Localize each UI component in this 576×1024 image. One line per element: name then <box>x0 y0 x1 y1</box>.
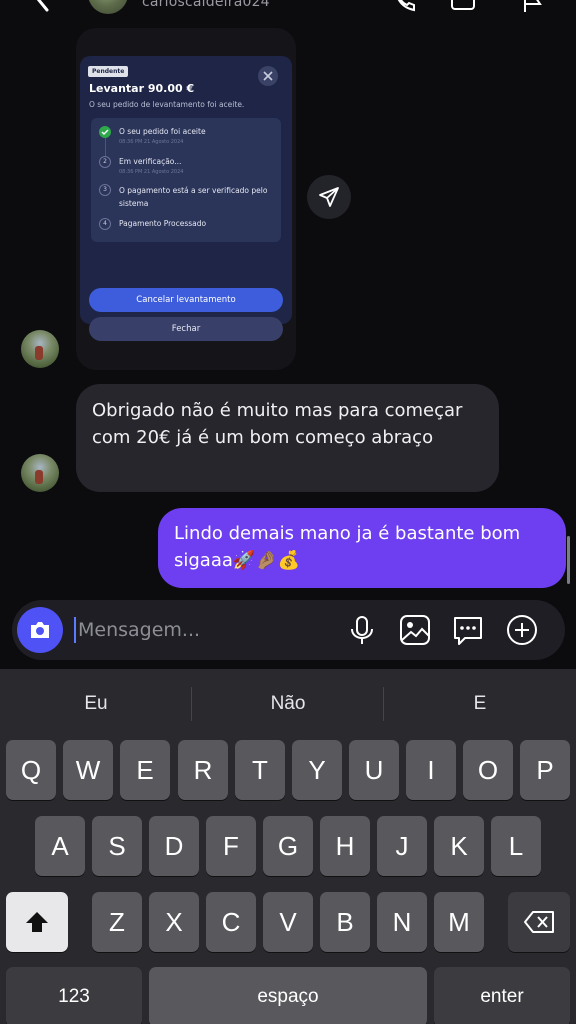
close-icon <box>258 66 278 86</box>
key-x[interactable]: X <box>149 892 199 952</box>
keyboard: Eu Não E Q W E R T Y U I O P A S D F G H… <box>0 669 576 1024</box>
key-y[interactable]: Y <box>292 740 342 800</box>
shared-image-message[interactable]: Pendente Levantar 90.00 € O seu pedido d… <box>76 28 296 370</box>
check-icon <box>99 126 111 138</box>
step-number: 3 <box>99 184 111 196</box>
key-n[interactable]: N <box>377 892 427 952</box>
avatar[interactable] <box>21 454 59 492</box>
camera-icon[interactable] <box>17 607 63 653</box>
flag-icon[interactable] <box>520 0 546 14</box>
key-a[interactable]: A <box>35 816 85 876</box>
card-subtitle: O seu pedido de levantamento foi aceite. <box>89 100 245 109</box>
key-g[interactable]: G <box>263 816 313 876</box>
step-number: 2 <box>99 156 111 168</box>
incoming-message[interactable]: Obrigado não é muito mas para começar co… <box>76 384 499 492</box>
key-h[interactable]: H <box>320 816 370 876</box>
key-l[interactable]: L <box>491 816 541 876</box>
avatar[interactable] <box>21 330 59 368</box>
key-v[interactable]: V <box>263 892 313 952</box>
progress-steps: O seu pedido foi aceite 08:36 PM 21 Agos… <box>91 118 281 242</box>
suggestion-2[interactable]: Não <box>192 669 384 739</box>
share-button[interactable] <box>307 175 351 219</box>
step-label: Em verificação... <box>119 157 182 166</box>
enter-key[interactable]: enter <box>434 967 570 1024</box>
key-m[interactable]: M <box>434 892 484 952</box>
plus-icon[interactable] <box>505 613 539 647</box>
scrollbar[interactable] <box>567 536 570 584</box>
numbers-key[interactable]: 123 <box>6 967 142 1024</box>
shift-icon <box>26 912 48 932</box>
key-c[interactable]: C <box>206 892 256 952</box>
key-d[interactable]: D <box>149 816 199 876</box>
key-i[interactable]: I <box>406 740 456 800</box>
key-e[interactable]: E <box>120 740 170 800</box>
withdrawal-card: Pendente Levantar 90.00 € O seu pedido d… <box>80 56 292 341</box>
step-number: 4 <box>99 218 111 230</box>
step-label: Pagamento Processado <box>119 219 207 228</box>
step-label: O seu pedido foi aceite <box>119 127 206 136</box>
suggestion-1[interactable]: Eu <box>0 669 192 739</box>
step-time: 08:36 PM 21 Agosto 2024 <box>119 169 184 175</box>
step-time: 08:36 PM 21 Agosto 2024 <box>119 139 184 145</box>
cancel-withdrawal-button: Cancelar levantamento <box>89 288 283 312</box>
key-j[interactable]: J <box>377 816 427 876</box>
text-cursor <box>74 617 76 643</box>
key-k[interactable]: K <box>434 816 484 876</box>
key-b[interactable]: B <box>320 892 370 952</box>
key-u[interactable]: U <box>349 740 399 800</box>
suggestion-3[interactable]: E <box>384 669 576 739</box>
message-composer <box>12 600 565 660</box>
key-f[interactable]: F <box>206 816 256 876</box>
status-badge: Pendente <box>88 66 129 77</box>
outgoing-message[interactable]: Lindo demais mano ja é bastante bom siga… <box>158 508 566 588</box>
key-s[interactable]: S <box>92 816 142 876</box>
key-z[interactable]: Z <box>92 892 142 952</box>
backspace-key[interactable] <box>508 892 570 952</box>
space-key[interactable]: espaço <box>149 967 427 1024</box>
key-q[interactable]: Q <box>6 740 56 800</box>
chat-header: carloscaldeira024 <box>0 0 576 22</box>
key-o[interactable]: O <box>463 740 513 800</box>
key-r[interactable]: R <box>178 740 228 800</box>
step-label: O pagamento está a ser verificado pelo s… <box>119 186 268 208</box>
backspace-icon <box>524 911 554 933</box>
sticker-icon[interactable] <box>451 613 485 647</box>
phone-icon[interactable] <box>392 0 418 14</box>
header-avatar[interactable] <box>88 0 128 14</box>
message-thread[interactable]: Pendente Levantar 90.00 € O seu pedido d… <box>0 22 576 600</box>
card-title: Levantar 90.00 € <box>89 82 195 95</box>
header-username[interactable]: carloscaldeira024 <box>142 0 270 10</box>
shift-key[interactable] <box>6 892 68 952</box>
key-p[interactable]: P <box>520 740 570 800</box>
key-t[interactable]: T <box>235 740 285 800</box>
close-card-button: Fechar <box>89 317 283 341</box>
chevron-left-icon[interactable] <box>30 0 56 12</box>
video-icon[interactable] <box>450 0 476 14</box>
key-w[interactable]: W <box>63 740 113 800</box>
image-icon[interactable] <box>398 613 432 647</box>
microphone-icon[interactable] <box>345 613 379 647</box>
message-input[interactable] <box>78 610 342 650</box>
